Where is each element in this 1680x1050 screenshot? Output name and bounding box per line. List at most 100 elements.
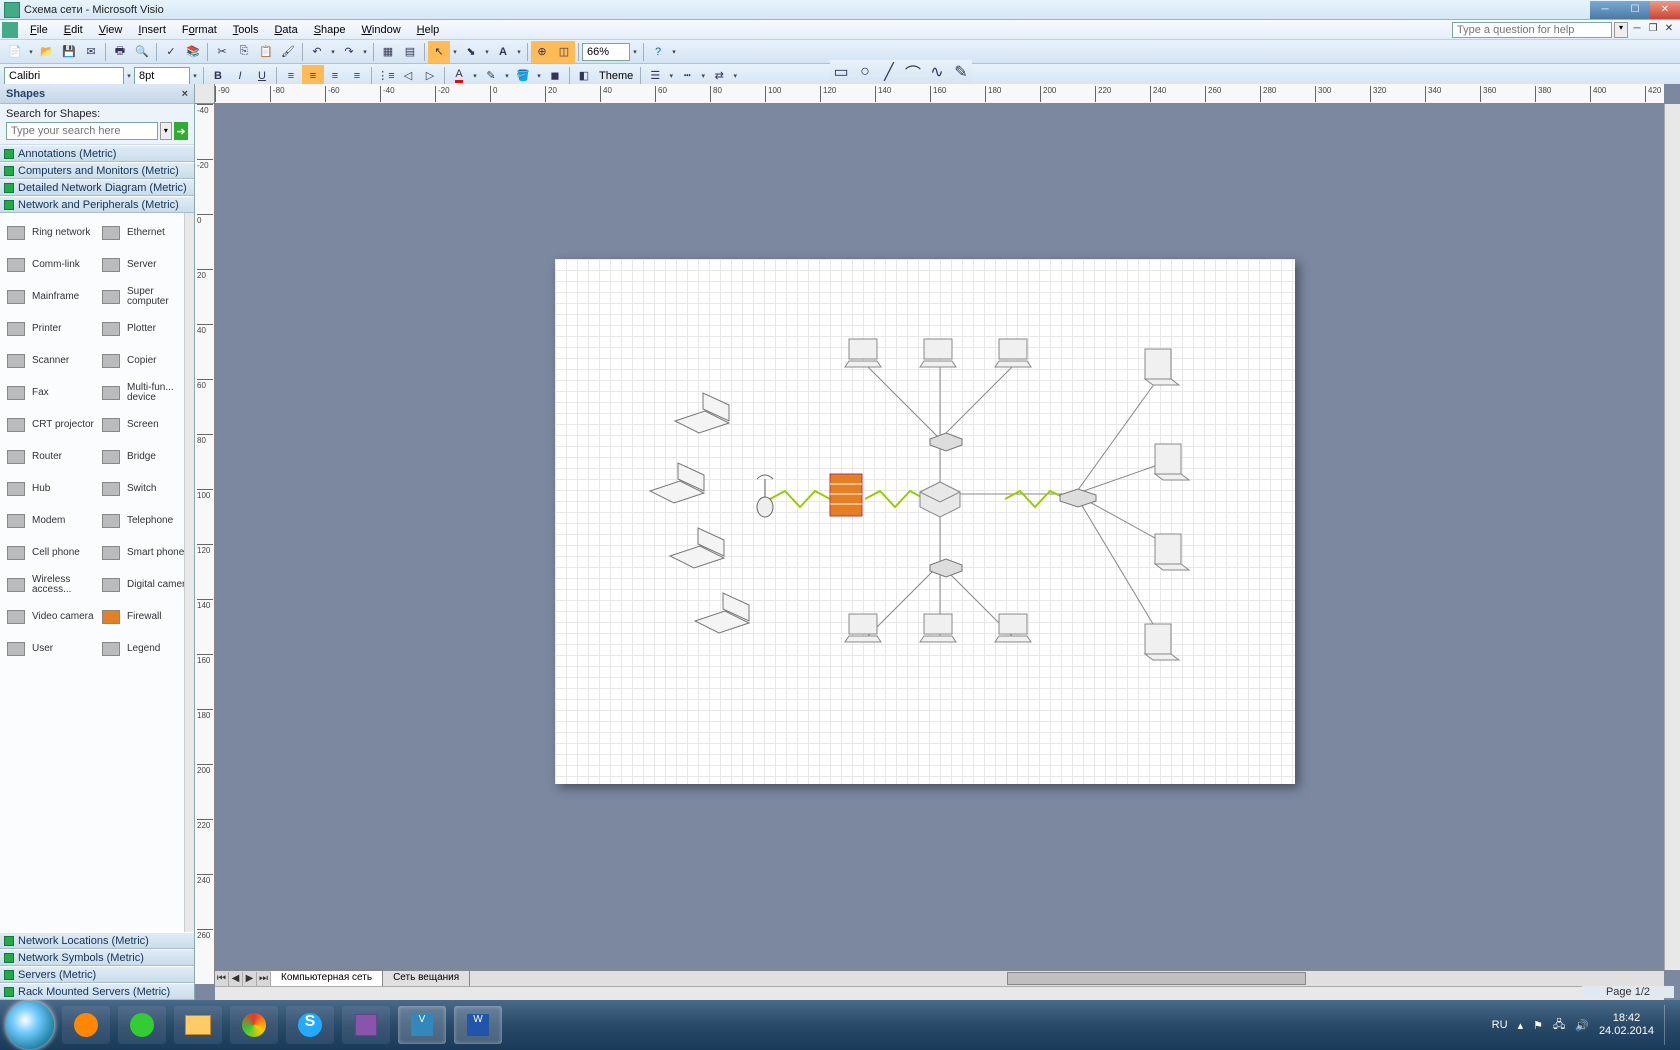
stencil-title[interactable]: Network and Peripherals (Metric) <box>0 196 194 213</box>
help-button[interactable]: ? <box>647 41 669 63</box>
redo-button[interactable]: ↷ <box>338 41 360 63</box>
page-tab-2[interactable]: Сеть вещания <box>383 971 470 986</box>
fill-color-dropdown[interactable]: ▾ <box>534 72 544 80</box>
stencil-title[interactable]: Servers (Metric) <box>0 966 194 983</box>
taskbar-utorrent[interactable] <box>118 1006 166 1044</box>
shape-item[interactable]: Screen <box>97 409 192 441</box>
taskbar-chrome[interactable] <box>230 1006 278 1044</box>
shape-search-input[interactable] <box>6 122 158 140</box>
line-pattern-dropdown[interactable]: ▾ <box>698 72 708 80</box>
rectangle-tool[interactable]: ▭ <box>830 61 852 83</box>
arc-tool[interactable]: ⌒ <box>902 61 924 83</box>
undo-button[interactable]: ↶ <box>306 41 328 63</box>
data-button[interactable]: ▤ <box>399 41 421 63</box>
new-button[interactable]: 📄 <box>4 41 26 63</box>
zoom-dropdown[interactable]: ▾ <box>630 48 640 56</box>
close-button[interactable]: ✕ <box>1650 1 1680 19</box>
shape-item[interactable]: Digital camera <box>97 569 192 601</box>
menu-window[interactable]: Window <box>354 22 409 38</box>
stencil-title[interactable]: Computers and Monitors (Metric) <box>0 162 194 179</box>
size-dropdown[interactable]: ▾ <box>190 72 200 80</box>
shape-item[interactable]: Smart phone <box>97 537 192 569</box>
search-go-button[interactable]: ➔ <box>174 122 188 140</box>
tray-language[interactable]: RU <box>1492 1019 1508 1031</box>
taskbar-word[interactable]: W <box>454 1006 502 1044</box>
horizontal-ruler[interactable]: -90-80-60-40-200204060801001201401601802… <box>215 84 1664 104</box>
mdi-minimize[interactable]: ─ <box>1630 23 1644 37</box>
paste-button[interactable]: 📋 <box>255 41 277 63</box>
crop-tool-button[interactable]: ◫ <box>553 41 575 63</box>
menu-format[interactable]: Format <box>174 22 225 38</box>
menu-edit[interactable]: Edit <box>56 22 91 38</box>
taskbar-winrar[interactable] <box>342 1006 390 1044</box>
shape-item[interactable]: Copier <box>97 345 192 377</box>
shape-item[interactable]: Bridge <box>97 441 192 473</box>
connector-tool-button[interactable]: ⬊ <box>460 41 482 63</box>
print-preview-button[interactable]: 🔍 <box>131 41 153 63</box>
text-dropdown[interactable]: ▾ <box>514 48 524 56</box>
pencil-tool[interactable]: ✎ <box>950 61 972 83</box>
pointer-dropdown[interactable]: ▾ <box>450 48 460 56</box>
start-button[interactable] <box>6 1001 54 1049</box>
shape-item[interactable]: Ethernet <box>97 217 192 249</box>
shape-item[interactable]: User <box>2 633 97 665</box>
copy-button[interactable]: ⎘ <box>233 41 255 63</box>
font-color-dropdown[interactable]: ▾ <box>470 72 480 80</box>
shape-item[interactable]: Telephone <box>97 505 192 537</box>
line-weight-dropdown[interactable]: ▾ <box>666 72 676 80</box>
connector-dropdown[interactable]: ▾ <box>482 48 492 56</box>
mdi-restore[interactable]: ❐ <box>1646 23 1660 37</box>
menu-help[interactable]: Help <box>409 22 448 38</box>
shape-item[interactable]: Multi-fun... device <box>97 377 192 409</box>
font-dropdown[interactable]: ▾ <box>124 72 134 80</box>
visio-icon[interactable] <box>2 22 18 38</box>
pointer-tool-button[interactable]: ↖ <box>428 41 450 63</box>
minimize-button[interactable]: ─ <box>1590 1 1620 19</box>
line-tool[interactable]: ╱ <box>878 61 900 83</box>
shape-item[interactable]: Fax <box>2 377 97 409</box>
tab-first-button[interactable]: ⏮ <box>215 972 229 986</box>
font-name-input[interactable] <box>4 67 124 85</box>
connection-point-button[interactable]: ⊕ <box>531 41 553 63</box>
text-tool-button[interactable]: A <box>492 41 514 63</box>
shapes-window-button[interactable]: ▦ <box>377 41 399 63</box>
viewport[interactable] <box>215 104 1664 970</box>
tray-clock[interactable]: 18:42 24.02.2014 <box>1599 1012 1654 1038</box>
maximize-button[interactable]: ☐ <box>1620 1 1650 19</box>
format-painter-button[interactable]: 🖌 <box>277 41 299 63</box>
menu-file[interactable]: File <box>22 22 56 38</box>
shape-item[interactable]: Modem <box>2 505 97 537</box>
shape-item[interactable]: Wireless access... <box>2 569 97 601</box>
taskbar-skype[interactable]: S <box>286 1006 334 1044</box>
help-dropdown[interactable]: ▾ <box>1614 22 1628 38</box>
page-tab-1[interactable]: Компьютерная сеть <box>271 971 383 986</box>
print-button[interactable]: 🖶 <box>109 41 131 63</box>
ellipse-tool[interactable]: ○ <box>854 61 876 83</box>
stencil-title[interactable]: Detailed Network Diagram (Metric) <box>0 179 194 196</box>
search-dropdown[interactable]: ▾ <box>160 122 172 140</box>
help-options-dropdown[interactable]: ▾ <box>669 48 679 56</box>
network-diagram[interactable] <box>555 259 1295 784</box>
tray-flag-icon[interactable]: ⚑ <box>1533 1019 1543 1032</box>
menu-view[interactable]: View <box>91 22 131 38</box>
show-desktop-button[interactable] <box>1664 1005 1672 1045</box>
shape-item[interactable]: Super computer <box>97 281 192 313</box>
email-button[interactable]: ✉ <box>80 41 102 63</box>
shape-item[interactable]: Server <box>97 249 192 281</box>
stencil-title[interactable]: Annotations (Metric) <box>0 145 194 162</box>
shape-item[interactable]: Switch <box>97 473 192 505</box>
help-search-input[interactable] <box>1452 22 1612 38</box>
new-dropdown[interactable]: ▾ <box>26 48 36 56</box>
shape-item[interactable]: Printer <box>2 313 97 345</box>
zoom-input[interactable] <box>582 43 630 61</box>
shapes-close-icon[interactable]: × <box>182 88 188 100</box>
taskbar-mediaplayer[interactable] <box>62 1006 110 1044</box>
freeform-tool[interactable]: ∿ <box>926 61 948 83</box>
cut-button[interactable]: ✂ <box>211 41 233 63</box>
tray-volume-icon[interactable]: 🔊 <box>1575 1019 1589 1032</box>
shape-item[interactable]: Comm-link <box>2 249 97 281</box>
font-size-input[interactable] <box>134 67 190 85</box>
shape-item[interactable]: Video camera <box>2 601 97 633</box>
shape-item[interactable]: Cell phone <box>2 537 97 569</box>
line-color-dropdown[interactable]: ▾ <box>502 72 512 80</box>
